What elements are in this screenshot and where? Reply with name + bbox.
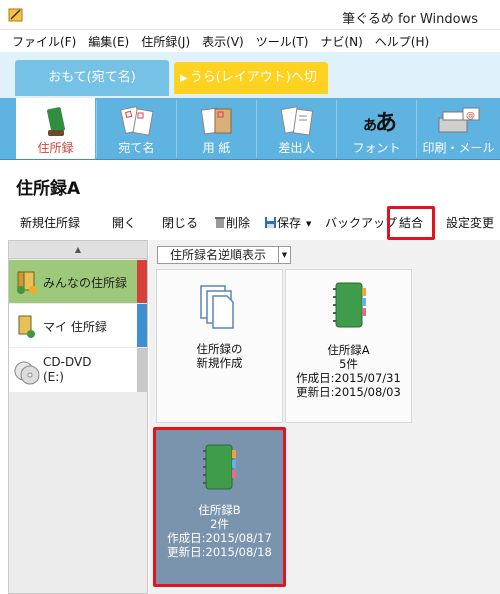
address-book-icon — [46, 107, 65, 136]
new-address-book-button[interactable]: 新規住所録 — [20, 207, 80, 239]
cd-dvd-drive: (E:) — [43, 370, 64, 384]
toolbar-sender-label: 差出人 — [278, 141, 315, 155]
address-book-grid: 住所録名逆順表示 ▼ 住所録の 新規作成 住所録A 5件 作成日:2015/07… — [149, 240, 500, 594]
new-card-line1: 住所録の — [196, 342, 243, 356]
sidebar-color-stripe — [137, 260, 147, 303]
icon-toolbar: 住所録 宛て名 用 紙 差出人 あ あ フォント @ 印刷・メール — [0, 98, 500, 160]
scroll-up-arrow[interactable]: ▲ — [9, 241, 147, 259]
toolbar-recipient-label: 宛て名 — [118, 141, 155, 155]
svg-text:あ: あ — [375, 111, 397, 136]
sidebar-item-my[interactable]: マイ 住所録 — [9, 304, 147, 347]
shared-books-icon — [17, 271, 37, 294]
printer-mail-icon: @ — [438, 107, 479, 133]
sender-card-icon — [279, 106, 313, 136]
new-address-book-card[interactable]: 住所録の 新規作成 — [156, 269, 283, 423]
menu-bar: ファイル(F) 編集(E) 住所録(J) 表示(V) ツール(T) ナビ(N) … — [0, 30, 500, 52]
sort-order-value: 住所録名逆順表示 — [170, 248, 267, 262]
chevron-down-icon[interactable]: ▼ — [278, 247, 290, 263]
close-button[interactable]: 閉じる — [162, 207, 198, 239]
toolbar-print-mail-button[interactable]: @ 印刷・メール — [417, 98, 500, 159]
menu-navi[interactable]: ナビ(N) — [314, 33, 368, 50]
address-book-card-a[interactable]: 住所録A 5件 作成日:2015/07/31 更新日:2015/08/03 — [285, 269, 412, 423]
sidebar-item-everyone[interactable]: みんなの住所録 — [9, 260, 147, 303]
sidebar-item-cd-dvd[interactable]: CD-DVD (E:) — [9, 348, 147, 392]
play-arrow-icon: ▶ — [180, 73, 188, 84]
disc-icon — [14, 361, 40, 385]
sidebar-cd-dvd-label: CD-DVD (E:) — [43, 355, 91, 385]
delete-button[interactable]: 削除 — [214, 207, 250, 239]
sidebar-color-stripe — [137, 348, 147, 392]
window-title: 筆ぐるめ for Windows — [342, 12, 478, 27]
menu-file[interactable]: ファイル(F) — [6, 33, 82, 50]
card-a-updated: 更新日:2015/08/03 — [296, 385, 401, 399]
command-toolbar: 新規住所録 開く 閉じる 削除 保存 ▼ バックアップ 結合 設定変更 — [0, 206, 500, 240]
tab-front-address[interactable]: おもて(宛て名) — [15, 60, 169, 96]
menu-address-book[interactable]: 住所録(J) — [135, 33, 196, 50]
toolbar-print-mail-label: 印刷・メール — [422, 141, 495, 155]
toolbar-address-book-label: 住所録 — [37, 141, 74, 155]
open-button[interactable]: 開く — [112, 207, 136, 239]
save-button[interactable]: 保存 ▼ — [264, 207, 311, 239]
save-label: 保存 — [277, 216, 302, 230]
toolbar-font-label: フォント — [352, 141, 401, 155]
toolbar-paper-button[interactable]: 用 紙 — [177, 98, 256, 159]
card-a-created: 作成日:2015/07/31 — [296, 371, 401, 385]
toolbar-sender-button[interactable]: 差出人 — [257, 98, 336, 159]
sidebar-everyone-label: みんなの住所録 — [43, 276, 128, 290]
menu-tools[interactable]: ツール(T) — [250, 33, 315, 50]
card-a-count: 5件 — [339, 357, 358, 371]
merge-highlight-box — [387, 206, 435, 240]
paper-icon — [200, 107, 231, 135]
cd-dvd-text: CD-DVD — [43, 355, 92, 369]
trash-icon — [215, 217, 225, 228]
delete-label: 削除 — [226, 216, 251, 230]
toolbar-address-book-button[interactable]: 住所録 — [16, 98, 95, 159]
tab-back-layout[interactable]: ▶うら(レイアウト)へ切替 — [174, 62, 328, 118]
sidebar-color-stripe — [137, 304, 147, 347]
toolbar-font-button[interactable]: あ あ フォント — [337, 98, 416, 159]
toolbar-recipient-button[interactable]: 宛て名 — [97, 98, 176, 159]
sort-order-select[interactable]: 住所録名逆順表示 ▼ — [157, 246, 291, 264]
toolbar-paper-label: 用 紙 — [202, 141, 231, 155]
save-icon — [265, 217, 276, 228]
menu-view[interactable]: 表示(V) — [196, 33, 250, 50]
card-a-name: 住所録A — [327, 343, 370, 357]
card-b-highlight-box — [153, 427, 286, 587]
address-book-icon — [333, 282, 366, 328]
my-book-icon — [18, 315, 35, 338]
page-title: 住所録A — [16, 179, 81, 199]
svg-text:@: @ — [466, 111, 475, 121]
settings-button[interactable]: 設定変更 — [446, 207, 494, 239]
menu-help[interactable]: ヘルプ(H) — [369, 33, 435, 50]
side-tabs-area: おもて(宛て名) ▶うら(レイアウト)へ切替 — [0, 52, 500, 118]
new-card-line2: 新規作成 — [196, 356, 243, 370]
sidebar-my-label: マイ 住所録 — [43, 320, 107, 334]
postcard-icon — [119, 106, 154, 136]
new-document-icon — [200, 285, 234, 329]
address-book-location-panel: ▲ みんなの住所録 マイ 住所録 CD-DVD (E:) — [8, 240, 148, 594]
font-icon: あ あ — [363, 111, 397, 136]
menu-edit[interactable]: 編集(E) — [82, 33, 135, 50]
save-dropdown-icon[interactable]: ▼ — [306, 220, 311, 228]
title-bar: 筆ぐるめ for Windows — [0, 0, 500, 30]
